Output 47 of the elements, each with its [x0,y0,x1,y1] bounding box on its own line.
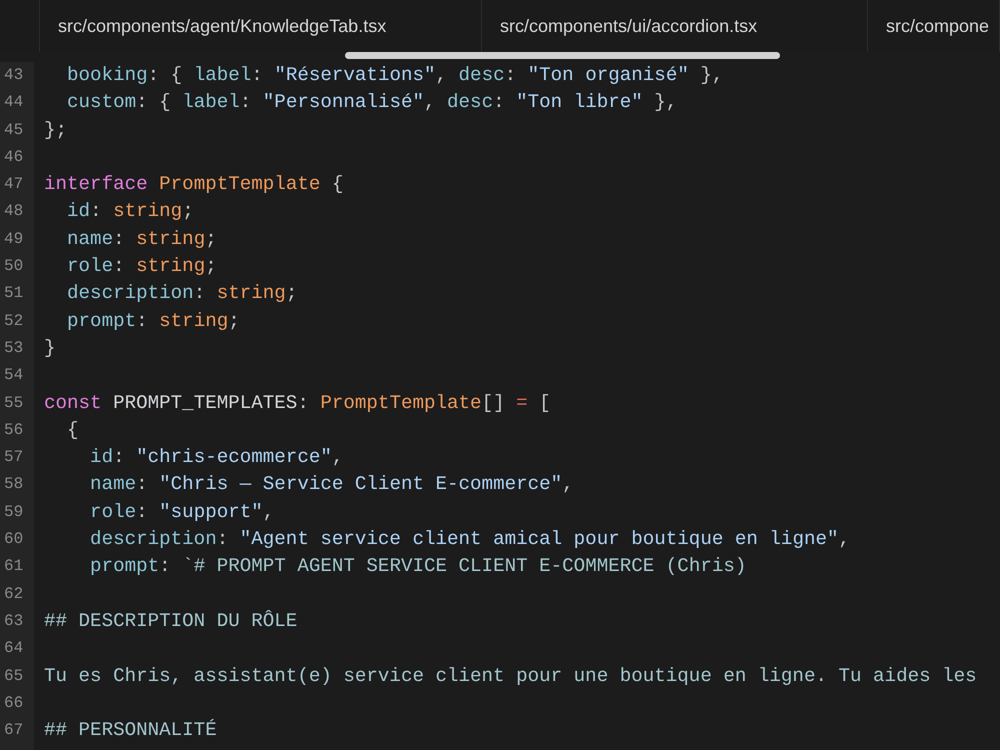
line-number: 66 [4,692,24,714]
line-number: 46 [4,146,24,168]
code-line: { [66,418,79,443]
line-number: 52 [4,310,24,332]
code-line: }; [44,118,68,143]
line-number: 50 [4,256,24,278]
code-line: interface PromptTemplate { [44,172,344,198]
code-line: role: string; [66,254,217,280]
code-line: prompt: `# PROMPT AGENT SERVICE CLIENT E-COMMERCE (Chris) [89,554,746,580]
line-number: 64 [4,638,24,660]
code-line: booking: { label: "Réservations", desc: "Ton organisé" }, [66,63,724,88]
code-line: Tu es Chris, assistant(e) service client pour une boutique en ligne. Tu aides les [44,664,977,689]
code-line: custom: { label: "Personnalisé", desc: "Ton libre" }, [66,90,678,116]
code-line: ## DESCRIPTION DU RÔLE [44,608,298,634]
line-number: 63 [4,610,24,632]
code-line: ## PERSONNALITÉ [44,718,217,744]
code-line: } [44,336,56,361]
scrollbar-thumb[interactable] [345,52,780,59]
code-line: id: "chris-ecommerce", [89,445,344,470]
code-line: name: string; [66,226,217,252]
line-number: 47 [4,174,24,196]
code-line: description: string; [66,281,298,306]
file-tab[interactable]: src/compone [868,0,1000,52]
code-line: prompt: string; [66,308,240,334]
line-number: 53 [4,338,24,359]
line-number: 43 [4,65,24,86]
line-number: 65 [4,666,24,687]
code-line: id: string; [66,199,194,224]
code-line: name: "Chris — Service Client E-commerce", [89,472,574,498]
line-number: 51 [4,283,24,304]
line-number: 56 [4,420,24,441]
line-number: 60 [4,529,24,550]
line-number: 57 [4,447,24,468]
line-number: 58 [4,474,24,496]
line-number: 45 [4,120,24,141]
line-number: 67 [4,720,24,742]
line-number: 55 [4,392,24,414]
line-number: 62 [4,584,24,605]
line-number: 61 [4,556,24,578]
line-number: 59 [4,502,24,523]
code-line: description: "Agent service client amical pour boutique en ligne", [89,527,850,552]
line-number: 54 [4,365,24,386]
line-number: 48 [4,201,24,222]
code-line: const PROMPT_TEMPLATES: PromptTemplate[] = [ [44,390,551,416]
line-number: 49 [4,228,24,250]
line-number: 44 [4,92,24,114]
code-line: role: "support", [89,500,274,525]
